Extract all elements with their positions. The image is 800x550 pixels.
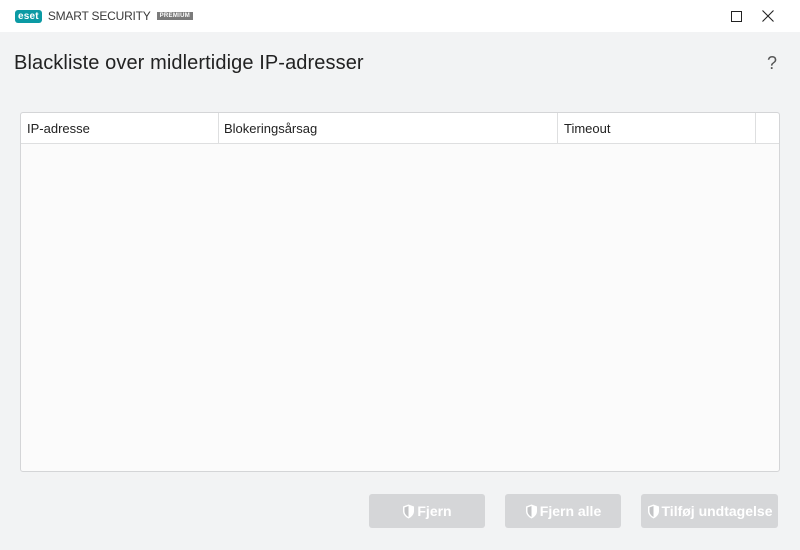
brand: eset SMART SECURITY PREMIUM: [15, 9, 194, 23]
remove-button[interactable]: Fjern: [369, 494, 485, 528]
shield-icon: [525, 504, 538, 519]
column-header-block-reason[interactable]: Blokeringsårsag: [219, 113, 558, 144]
remove-button-label: Fjern: [417, 503, 452, 519]
column-header-timeout[interactable]: Timeout: [558, 113, 756, 144]
maximize-button[interactable]: [720, 0, 752, 32]
app-window: eset SMART SECURITY PREMIUM Blackliste o…: [0, 0, 800, 550]
title-bar[interactable]: eset SMART SECURITY PREMIUM: [0, 0, 800, 32]
ip-blacklist-table[interactable]: IP-adresse Blokeringsårsag Timeout: [20, 112, 780, 472]
page-title: Blackliste over midlertidige IP-adresser: [14, 52, 364, 74]
remove-all-button[interactable]: Fjern alle: [505, 494, 621, 528]
table-header: IP-adresse Blokeringsårsag Timeout: [21, 113, 779, 144]
close-button[interactable]: [752, 0, 784, 32]
add-exception-button[interactable]: Tilføj undtagelse: [641, 494, 778, 528]
help-button[interactable]: ?: [762, 52, 782, 74]
product-name: SMART SECURITY: [47, 9, 151, 23]
close-icon: [762, 10, 774, 22]
add-exception-button-label: Tilføj undtagelse: [661, 503, 773, 519]
maximize-icon: [730, 10, 742, 22]
table-body[interactable]: [21, 144, 779, 471]
remove-all-button-label: Fjern alle: [539, 503, 602, 519]
edition-badge: PREMIUM: [156, 12, 194, 20]
eset-logo: eset: [15, 9, 42, 23]
shield-icon: [402, 504, 415, 519]
shield-icon: [647, 504, 660, 519]
column-header-ip-address[interactable]: IP-adresse: [21, 113, 219, 144]
column-header-options[interactable]: [756, 113, 779, 144]
